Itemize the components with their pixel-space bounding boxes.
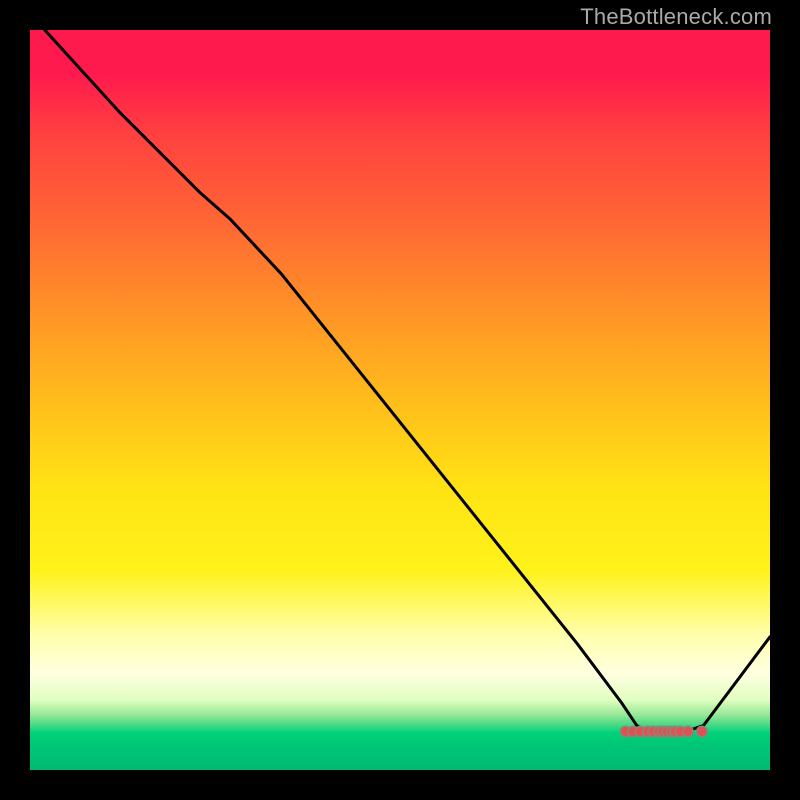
- line-series: [45, 30, 770, 733]
- series-line: [45, 30, 770, 733]
- chart-overlay: [30, 30, 770, 770]
- watermark-text: TheBottleneck.com: [580, 4, 772, 30]
- optimal-marker: [683, 726, 693, 736]
- optimal-marker: [697, 726, 707, 736]
- chart-container: TheBottleneck.com: [0, 0, 800, 800]
